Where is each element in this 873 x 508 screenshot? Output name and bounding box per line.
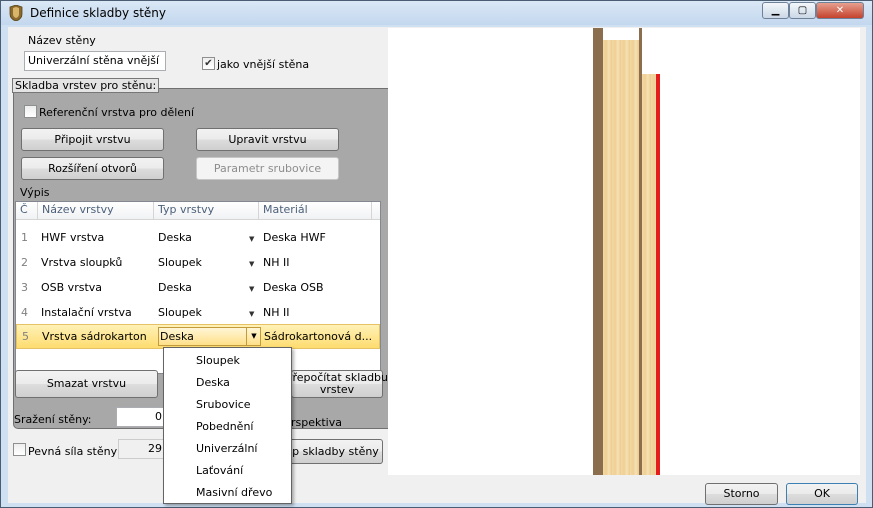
installation-layer-preview: [642, 74, 656, 475]
wall-preview-canvas: [388, 28, 860, 475]
gypsum-layer-preview: [656, 74, 660, 475]
dropdown-option-srubovice[interactable]: Srubovice: [196, 398, 251, 411]
wall-offset-label: Sražení stěny:: [14, 413, 92, 426]
row-name: Instalační vrstva: [41, 306, 132, 319]
dialog-client-area: Název stěny Univerzální stěna vnější ✔ j…: [8, 27, 866, 505]
row-number: 2: [21, 256, 28, 269]
fixed-thickness-checkbox[interactable]: [13, 443, 26, 456]
reference-layer-label: Referenční vrstva pro dělení: [39, 106, 195, 119]
row-material: Deska OSB: [263, 281, 324, 294]
edit-layer-button[interactable]: Upravit vrstvu: [196, 128, 339, 151]
chevron-down-icon[interactable]: ▼: [249, 310, 254, 318]
row-number: 4: [21, 306, 28, 319]
row-name: OSB vrstva: [41, 281, 103, 294]
row-material: Sádrokartonová d...: [264, 330, 373, 343]
row-name: Vrstva sloupků: [41, 256, 123, 269]
dropdown-option-sloupek[interactable]: Sloupek: [196, 354, 240, 367]
dropdown-option-deska[interactable]: Deska: [196, 376, 230, 389]
fixed-thickness-label: Pevná síla stěny: [28, 445, 118, 458]
dropdown-option-masivni-drevo[interactable]: Masivní dřevo: [196, 486, 272, 499]
chevron-down-icon[interactable]: ▼: [249, 285, 254, 293]
row-type[interactable]: Sloupek: [158, 256, 202, 269]
list-label: Výpis: [20, 186, 50, 199]
row-name: HWF vrstva: [41, 231, 105, 244]
layer-type-combobox[interactable]: Deska ▼: [158, 327, 261, 346]
row-number: 1: [21, 231, 28, 244]
exterior-wall-checkbox[interactable]: ✔: [202, 57, 215, 70]
window-title: Definice skladby stěny: [30, 6, 167, 20]
row-type: Deska: [160, 330, 194, 343]
stud-layer-preview: [603, 40, 639, 475]
delete-layer-button[interactable]: Smazat vrstvu: [15, 370, 158, 398]
fixed-thickness-input[interactable]: 29: [118, 439, 166, 459]
table-row[interactable]: 4 Instalační vrstva Sloupek ▼ NH II: [16, 300, 380, 325]
ok-button[interactable]: OK: [786, 483, 858, 505]
maximize-button[interactable]: ▢: [789, 2, 816, 19]
perspective-label: rspektiva: [291, 416, 342, 429]
row-type[interactable]: Sloupek: [158, 306, 202, 319]
row-material: NH II: [263, 256, 290, 269]
layer-type-dropdown-list: Sloupek Deska Srubovice Pobednění Univer…: [163, 347, 292, 504]
chevron-down-icon[interactable]: ▼: [249, 260, 254, 268]
wall-offset-input[interactable]: 0: [116, 407, 166, 427]
recompute-layers-button[interactable]: Přepočítat skladbu vrstev: [286, 370, 388, 398]
close-button[interactable]: ✕: [816, 2, 864, 19]
dropdown-option-latovani[interactable]: Laťování: [196, 464, 243, 477]
minimize-button[interactable]: ▁: [762, 2, 789, 19]
layers-group-title: Skladba vrstev pro stěnu:: [12, 78, 160, 93]
save-wall-composition-button[interactable]: p skladby stěny: [288, 439, 383, 464]
attach-layer-button[interactable]: Připojit vrstvu: [21, 128, 164, 151]
wall-name-input[interactable]: Univerzální stěna vnější: [24, 51, 166, 71]
dropdown-option-univerzalni[interactable]: Univerzální: [196, 442, 257, 455]
log-parameter-button[interactable]: Parametr srubovice: [196, 157, 339, 180]
row-number: 5: [22, 330, 29, 343]
row-type[interactable]: Deska: [158, 281, 192, 294]
title-bar[interactable]: Definice skladby stěny ▁ ▢ ✕: [1, 1, 872, 25]
column-header-material[interactable]: Materiál: [259, 202, 372, 220]
column-header-filler: [372, 202, 380, 220]
dialog-window: Definice skladby stěny ▁ ▢ ✕ Název stěny…: [0, 0, 873, 508]
column-header-type[interactable]: Typ vrstvy: [154, 202, 259, 220]
row-material: NH II: [263, 306, 290, 319]
table-row-selected[interactable]: 5 Vrstva sádrokarton Deska ▼ Sádrokarton…: [16, 324, 380, 349]
row-material: Deska HWF: [263, 231, 326, 244]
wall-name-label: Název stěny: [28, 34, 96, 47]
table-row[interactable]: 3 OSB vrstva Deska ▼ Deska OSB: [16, 275, 380, 300]
exterior-wall-label: jako vnější stěna: [217, 58, 310, 71]
row-type[interactable]: Deska: [158, 231, 192, 244]
openings-extension-button[interactable]: Rozšíření otvorů: [21, 157, 164, 180]
chevron-down-icon[interactable]: ▼: [249, 235, 254, 243]
row-number: 3: [21, 281, 28, 294]
column-header-name[interactable]: Název vrstvy: [38, 202, 154, 220]
row-name: Vrstva sádrokarton: [42, 330, 147, 343]
reference-layer-checkbox[interactable]: [24, 105, 37, 118]
table-row[interactable]: 1 HWF vrstva Deska ▼ Deska HWF: [16, 225, 380, 250]
app-logo-icon: [9, 5, 23, 21]
recompute-line-2: vrstev: [319, 383, 355, 396]
chevron-down-icon[interactable]: ▼: [246, 328, 261, 345]
dropdown-option-pobedneni[interactable]: Pobednění: [196, 420, 253, 433]
table-row[interactable]: 2 Vrstva sloupků Sloupek ▼ NH II: [16, 250, 380, 275]
hwf-layer-preview: [593, 28, 603, 475]
column-header-number[interactable]: Č: [16, 202, 38, 220]
cancel-button[interactable]: Storno: [705, 483, 778, 505]
